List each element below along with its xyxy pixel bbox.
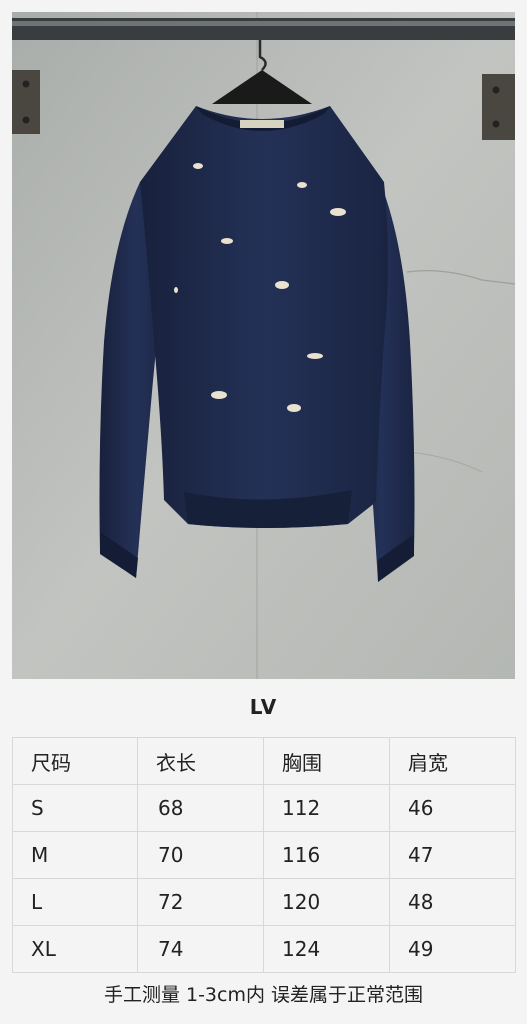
brand-title: LV (249, 695, 278, 719)
table-row: L 72 120 48 (12, 878, 516, 926)
table-cell: 48 (389, 878, 516, 926)
table-cell: 120 (263, 878, 390, 926)
table-row: XL 74 124 49 (12, 925, 516, 973)
header-shoulder: 肩宽 (389, 737, 516, 785)
brand-label-tag (240, 120, 284, 128)
table-cell: L (12, 878, 138, 926)
measurement-note: 手工测量 1-3cm内 误差属于正常范围 (103, 984, 424, 1006)
table-cell: 112 (263, 784, 390, 832)
table-cell: 49 (389, 925, 516, 973)
table-cell: 68 (137, 784, 264, 832)
table-cell: 46 (389, 784, 516, 832)
table-cell: S (12, 784, 138, 832)
header-chest: 胸围 (263, 737, 390, 785)
table-cell: 116 (263, 831, 390, 879)
size-table: 尺码 衣长 胸围 肩宽 S 68 112 46 M 70 116 47 L 72… (12, 737, 516, 973)
table-cell: 70 (137, 831, 264, 879)
header-length: 衣长 (137, 737, 264, 785)
table-cell: 74 (137, 925, 264, 973)
table-cell: 72 (137, 878, 264, 926)
table-row: S 68 112 46 (12, 784, 516, 832)
table-row: M 70 116 47 (12, 831, 516, 879)
table-cell: XL (12, 925, 138, 973)
table-cell: 124 (263, 925, 390, 973)
product-page: LV 尺码 衣长 胸围 肩宽 S 68 112 46 M 70 116 47 L… (0, 0, 527, 1024)
table-cell: M (12, 831, 138, 879)
product-photo (12, 12, 515, 679)
bracket-left (12, 70, 40, 134)
table-cell: 47 (389, 831, 516, 879)
table-header-row: 尺码 衣长 胸围 肩宽 (12, 737, 516, 785)
header-size: 尺码 (12, 737, 138, 785)
bracket-right (482, 74, 515, 140)
